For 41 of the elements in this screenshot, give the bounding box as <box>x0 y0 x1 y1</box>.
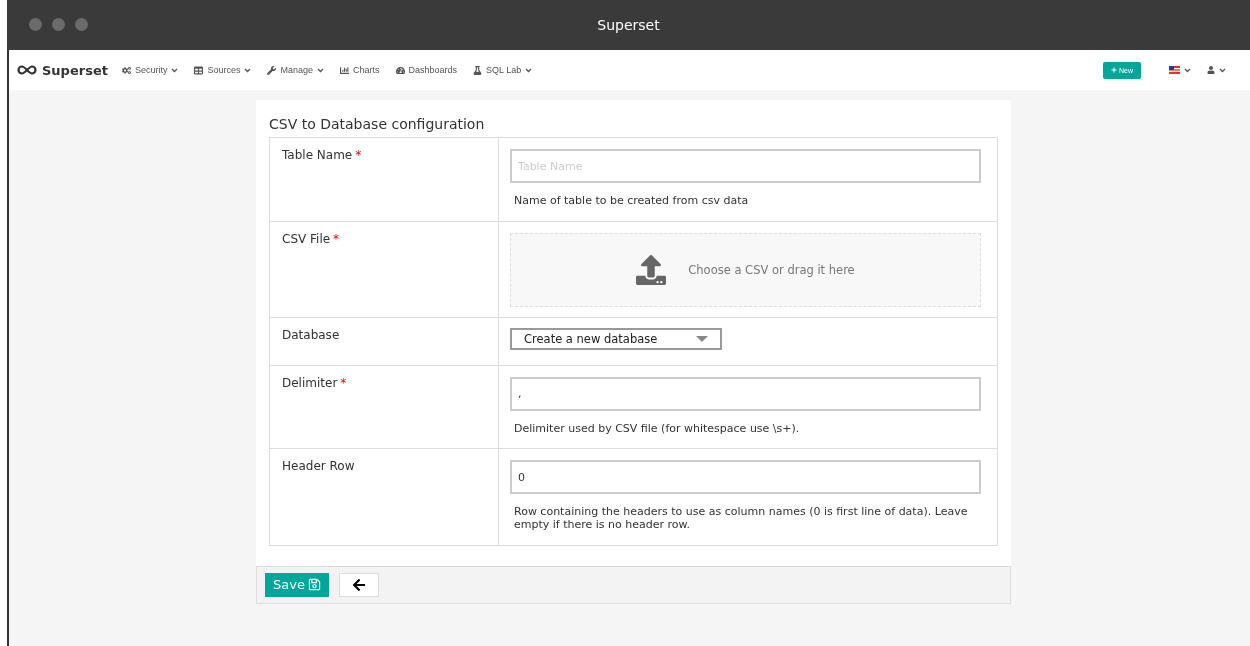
table-icon <box>194 65 204 75</box>
field-label: Header Row <box>270 449 499 545</box>
infinity-icon <box>17 65 37 75</box>
back-arrow-icon <box>351 577 366 592</box>
form-title: CSV to Database configuration <box>269 116 486 132</box>
help-text: Name of table to be created from csv data <box>514 195 750 208</box>
nav-item[interactable]: Sources <box>194 65 252 75</box>
field-label: Database <box>270 317 499 365</box>
flask-icon <box>473 65 483 75</box>
field-label: Delimiter * <box>270 365 499 449</box>
nav-item[interactable]: Security <box>121 65 179 75</box>
caret-icon <box>1184 67 1191 73</box>
nav-item[interactable]: Manage <box>267 65 324 75</box>
language-menu[interactable] <box>1169 66 1191 74</box>
wrench-icon <box>267 65 277 75</box>
user-menu[interactable] <box>1207 66 1226 74</box>
file-drop-zone[interactable]: Choose a CSV or drag it here <box>510 232 981 307</box>
help-text: Delimiter used by CSV file (for whitespace use \s+). <box>514 422 801 436</box>
window-title: Superset <box>597 17 660 33</box>
nav-item[interactable]: Charts <box>340 65 380 75</box>
bar-chart-icon <box>340 65 349 75</box>
database-select[interactable]: Create a new database <box>510 327 722 350</box>
flag-icon <box>1169 66 1180 74</box>
brand-logo[interactable]: Superset <box>17 62 108 78</box>
caret-icon <box>696 335 708 342</box>
save-icon <box>307 578 321 592</box>
text-field[interactable]: 0 <box>510 460 981 495</box>
plus-icon <box>1111 67 1117 73</box>
field-label: CSV File * <box>270 221 499 317</box>
text-field[interactable]: , <box>510 376 981 411</box>
back-button[interactable] <box>338 572 379 597</box>
drop-prompt: Choose a CSV or drag it here <box>688 262 855 277</box>
help-text: Row containing the headers to use as column names (0 is first line of data). Leave empty if there is no header row. <box>514 506 969 532</box>
nav-item[interactable]: SQL Lab <box>473 65 533 75</box>
nav-item[interactable]: Dashboards <box>395 65 458 75</box>
gears-icon <box>121 65 131 75</box>
gauge-icon <box>395 65 405 75</box>
upload-icon <box>636 254 667 285</box>
caret-icon <box>1219 67 1226 73</box>
field-label: Table Name * <box>270 138 499 221</box>
user-icon <box>1207 66 1215 74</box>
